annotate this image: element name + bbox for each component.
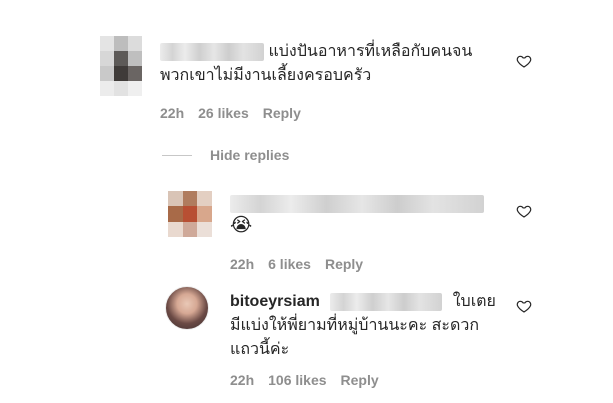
comment-meta: 22h 26 likes Reply [160,105,315,121]
username-redacted[interactable] [160,42,264,61]
reply-text-line1: ใบเตย [452,293,496,310]
comment-likes[interactable]: 26 likes [198,105,249,121]
reply-meta: 22h 6 likes Reply [230,256,377,272]
like-heart-icon[interactable] [516,298,532,314]
reply-likes[interactable]: 6 likes [268,256,311,272]
reply-username-redacted[interactable] [230,195,484,213]
like-heart-icon[interactable] [516,203,532,219]
crying-emoji: 😭 [230,215,253,236]
reply-likes[interactable]: 106 likes [268,372,326,388]
avatar-pixelated[interactable] [100,36,142,96]
comment-body: แบ่งปันอาหารที่เหลือกับคนจน พวกเขาไม่มีง… [160,40,500,88]
comment-text-line1: แบ่งปันอาหารที่เหลือกับคนจน [268,43,473,60]
reply-body: bitoeyrsiam ใบเตย มีแบ่งให้พี่ยามที่หมู่… [230,290,520,362]
reply-text-line2: มีแบ่งให้พี่ยามที่หมู่บ้านนะคะ สะดวก [230,317,480,334]
reply-meta: 22h 106 likes Reply [230,372,393,388]
reply-text-line3: แถวนี้ค่ะ [230,341,290,358]
reply-button[interactable]: Reply [341,372,379,388]
mention-redacted[interactable] [330,292,443,311]
reply-button[interactable]: Reply [263,105,301,121]
like-heart-icon[interactable] [516,53,532,69]
comment-text-line2: พวกเขาไม่มีงานเลี้ยงครอบครัว [160,67,372,84]
username-link[interactable]: bitoeyrsiam [230,293,320,310]
hide-replies-toggle[interactable]: Hide replies [162,147,289,165]
comment-time: 22h [160,105,185,121]
divider-line [162,155,192,157]
hide-replies-label[interactable]: Hide replies [210,147,289,163]
reply-time: 22h [230,372,255,388]
avatar[interactable] [165,286,209,330]
reply-button[interactable]: Reply [325,256,363,272]
reply-time: 22h [230,256,255,272]
avatar-pixelated[interactable] [168,191,212,237]
